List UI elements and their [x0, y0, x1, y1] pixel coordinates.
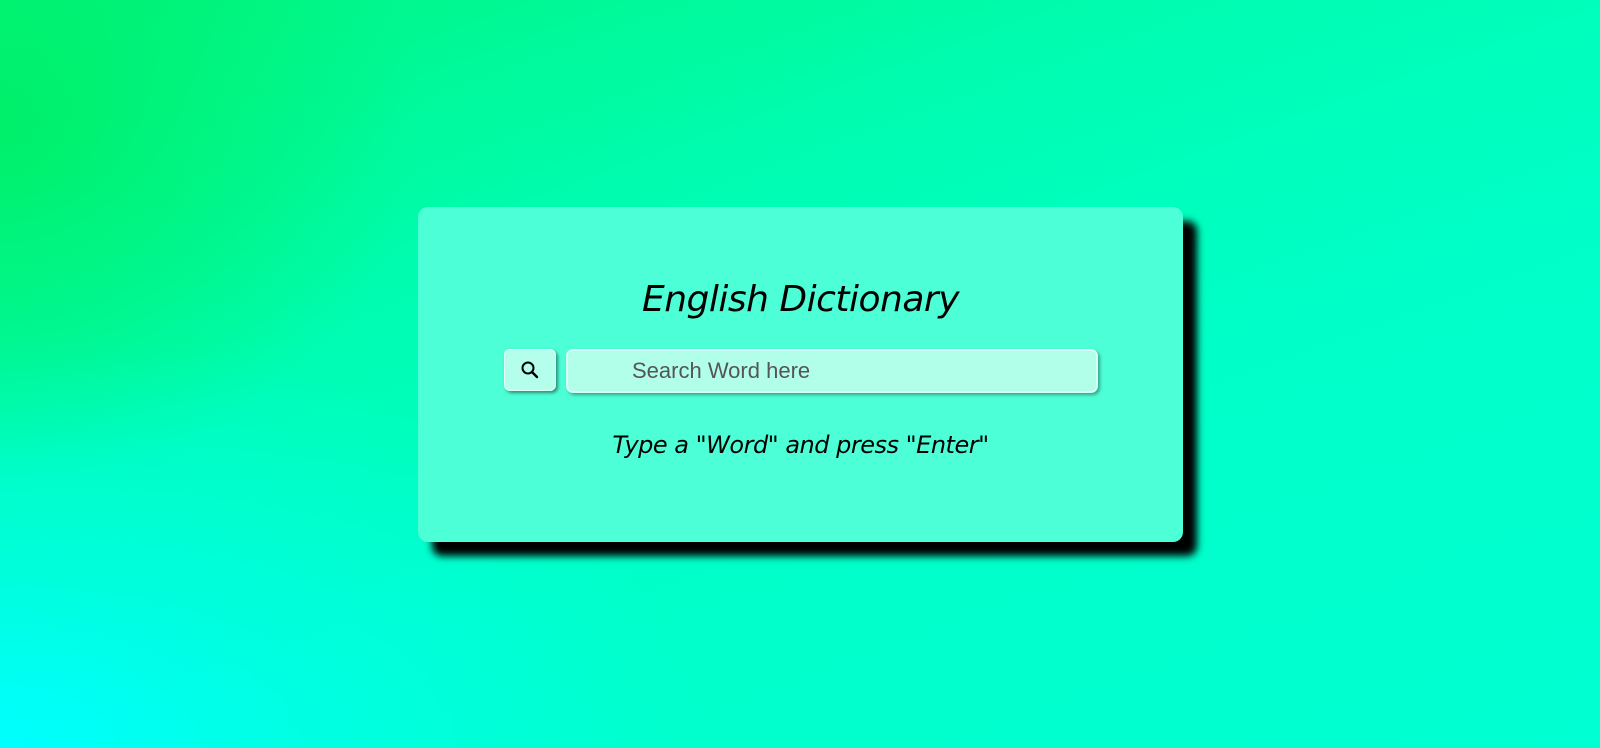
search-button[interactable] [504, 349, 556, 391]
dictionary-card: English Dictionary Type a "Word" and pre… [418, 207, 1183, 542]
page-title: English Dictionary [641, 279, 960, 320]
search-icon [521, 361, 539, 379]
search-input[interactable] [566, 349, 1098, 393]
hint-text: Type a "Word" and press "Enter" [612, 431, 989, 459]
